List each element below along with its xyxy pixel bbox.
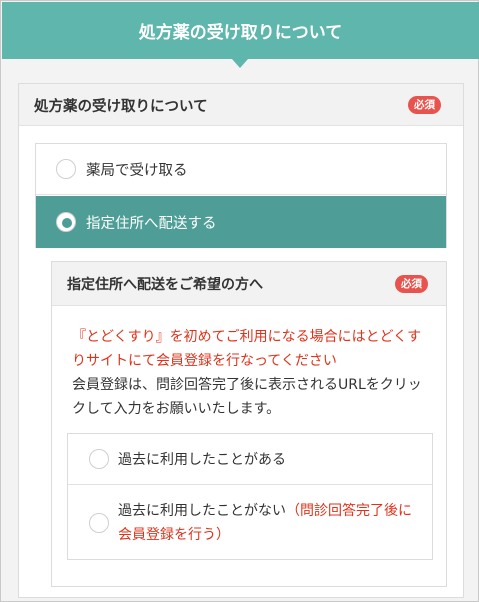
required-badge: 必須 — [395, 275, 428, 293]
pickup-option-group: 薬局で受け取る 指定住所へ配送する — [35, 143, 447, 248]
option-label: 過去に利用したことがない — [118, 503, 286, 519]
delivery-notice: 『とどくすり』を初めてご利用になる場合にはとどくすりサイトにて会員登録を行なって… — [72, 325, 432, 421]
delivery-panel-header: 指定住所へ配送をご希望の方へ 必須 — [52, 262, 446, 306]
option-label-wrap: 過去に利用したことがない（問診回答完了後に会員登録を行う） — [118, 499, 418, 547]
required-badge: 必須 — [408, 96, 441, 114]
page-title: 処方薬の受け取りについて — [138, 23, 343, 43]
option-label: 薬局で受け取る — [86, 162, 188, 179]
pickup-card-title: 処方薬の受け取りについて — [34, 99, 208, 115]
page-frame: 処方薬の受け取りについて 処方薬の受け取りについて 必須 薬局で受け取る 指定住… — [0, 0, 479, 602]
radio-icon[interactable] — [89, 513, 109, 533]
option-label: 過去に利用したことがある — [118, 452, 286, 468]
pickup-card: 処方薬の受け取りについて 必須 薬局で受け取る 指定住所へ配送する 指定住所へ配… — [18, 83, 464, 598]
page-header: 処方薬の受け取りについて — [2, 2, 479, 59]
header-notch — [232, 59, 248, 68]
option-never-used[interactable]: 過去に利用したことがない（問診回答完了後に会員登録を行う） — [68, 486, 432, 560]
radio-icon[interactable] — [56, 159, 76, 179]
radio-selected-icon[interactable] — [56, 212, 76, 232]
notice-text: 会員登録は、問診回答完了後に表示されるURLをクリックして入力をお願いいたします… — [72, 377, 422, 417]
option-used-before[interactable]: 過去に利用したことがある — [68, 434, 432, 485]
usage-history-group: 過去に利用したことがある 過去に利用したことがない（問診回答完了後に会員登録を行… — [67, 433, 433, 560]
notice-red-text: 『とどくすり』を初めてご利用になる場合にはとどくすりサイトにて会員登録を行なって… — [72, 329, 422, 369]
pickup-card-header: 処方薬の受け取りについて 必須 — [19, 84, 463, 126]
option-label: 指定住所へ配送する — [86, 215, 217, 232]
option-pharmacy-pickup[interactable]: 薬局で受け取る — [36, 144, 446, 195]
option-home-delivery[interactable]: 指定住所へ配送する — [36, 196, 446, 248]
delivery-panel-title: 指定住所へ配送をご希望の方へ — [67, 277, 263, 293]
radio-icon[interactable] — [89, 449, 109, 469]
delivery-panel: 指定住所へ配送をご希望の方へ 必須 『とどくすり』を初めてご利用になる場合にはと… — [51, 261, 447, 587]
